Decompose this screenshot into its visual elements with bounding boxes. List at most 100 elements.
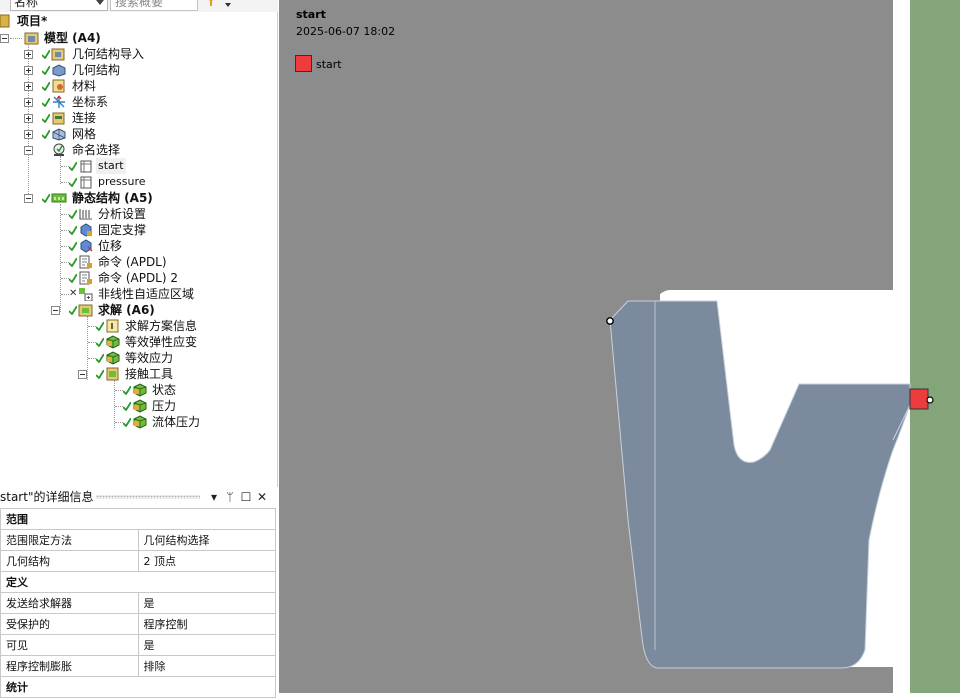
expand-icon[interactable] xyxy=(24,82,33,91)
tree-node-connections[interactable]: 连接 xyxy=(0,110,278,126)
result-cube-icon xyxy=(106,335,120,349)
tree-node-model[interactable]: 模型 (A4) xyxy=(0,30,278,46)
tree-label-command-apdl: 命令 (APDL) xyxy=(98,255,167,269)
details-row[interactable]: 发送给求解器是 xyxy=(0,592,276,614)
green-check-icon xyxy=(123,418,131,427)
tree-node-solution-information[interactable]: 求解方案信息 xyxy=(0,318,278,334)
chevron-down-icon[interactable]: ▾ xyxy=(208,490,220,504)
legend-swatch xyxy=(295,55,312,72)
tree-node-command-apdl[interactable]: 命令 (APDL) xyxy=(0,254,278,270)
property-value[interactable]: 几何结构选择 xyxy=(137,529,276,551)
filter-icon[interactable] xyxy=(206,0,216,6)
green-check-icon xyxy=(69,226,77,235)
details-row[interactable]: 范围限定方法 几何结构选择 xyxy=(0,529,276,551)
tree-node-geometry-import[interactable]: 几何结构导入 xyxy=(0,46,278,62)
property-value[interactable]: 是 xyxy=(137,592,276,614)
section-label: 定义 xyxy=(0,571,276,593)
details-panel: start"的详细信息 ▾ ᛘ ☐ ✕ 范围 范围限定方法 几何结构选择 几何结构… xyxy=(0,487,278,698)
legend-label: start xyxy=(316,58,342,71)
model-icon xyxy=(24,32,39,45)
details-row[interactable]: 可见是 xyxy=(0,634,276,656)
tree-label-fluid-pressure: 流体压力 xyxy=(152,415,201,429)
green-check-icon xyxy=(42,114,50,123)
maximize-icon[interactable]: ☐ xyxy=(240,490,252,504)
tree-node-materials[interactable]: 材料 xyxy=(0,78,278,94)
named-selection-icon xyxy=(53,143,65,156)
property-value[interactable]: 排除 xyxy=(137,655,276,677)
expand-icon[interactable] xyxy=(24,66,33,75)
close-icon[interactable]: ✕ xyxy=(256,490,268,504)
tree-node-analysis-settings[interactable]: 分析设置 xyxy=(0,206,278,222)
panel-grip[interactable] xyxy=(96,495,200,499)
details-section[interactable]: 定义 xyxy=(0,571,276,593)
expand-icon[interactable] xyxy=(24,114,33,123)
name-filter-select[interactable]: 名称 xyxy=(10,0,108,11)
tree-node-displacement[interactable]: 位移 xyxy=(0,238,278,254)
tree-node-equivalent-elastic-strain[interactable]: 等效弹性应变 xyxy=(0,334,278,350)
analysis-settings-icon xyxy=(79,209,92,220)
tree-node-contact-tool[interactable]: 接触工具 xyxy=(0,366,278,382)
tree-node-named-selections[interactable]: 命名选择 xyxy=(0,142,278,158)
search-input[interactable]: 搜索概要 xyxy=(110,0,198,11)
property-value[interactable]: 是 xyxy=(137,634,276,656)
command-icon xyxy=(79,271,92,285)
tree-node-coordinate-systems[interactable]: 坐标系 xyxy=(0,94,278,110)
green-check-icon xyxy=(42,50,50,59)
tree-node-status[interactable]: 状态 xyxy=(0,382,278,398)
tree-node-geometry[interactable]: 几何结构 xyxy=(0,62,278,78)
vertex-marker[interactable] xyxy=(606,317,614,325)
green-check-icon xyxy=(42,82,50,91)
collapse-icon[interactable] xyxy=(78,370,87,379)
details-section[interactable]: 统计 xyxy=(0,676,276,698)
tree-node-ns-start[interactable]: start xyxy=(0,158,278,174)
chevron-down-icon[interactable] xyxy=(225,3,231,7)
details-row[interactable]: 受保护的 程序控制 xyxy=(0,613,276,635)
tree-node-fluid-pressure[interactable]: 流体压力 xyxy=(0,414,278,430)
tree-node-nonlinear-adaptive-region[interactable]: ✕ 非线性自适应区域 xyxy=(0,286,278,302)
tree-node-equivalent-stress[interactable]: 等效应力 xyxy=(0,350,278,366)
mesh-icon xyxy=(52,128,66,141)
collapse-icon[interactable] xyxy=(51,306,60,315)
tree-node-project[interactable]: 项目* xyxy=(0,13,278,29)
property-value[interactable]: 程序控制 xyxy=(137,613,276,635)
tree-label-nonlinear-adaptive-region: 非线性自适应区域 xyxy=(98,287,195,301)
tree-label-geometry-import: 几何结构导入 xyxy=(72,47,145,61)
pin-icon[interactable]: ᛘ xyxy=(224,490,236,504)
folder-icon xyxy=(0,14,10,28)
expand-icon[interactable] xyxy=(24,50,33,59)
chevron-down-icon xyxy=(96,0,104,5)
graphics-viewport[interactable]: start 2025-06-07 18:02 start xyxy=(279,0,960,693)
section-label: 统计 xyxy=(0,676,276,698)
contact-tool-icon xyxy=(106,367,119,381)
collapse-icon[interactable] xyxy=(0,34,9,43)
collapse-icon[interactable] xyxy=(24,146,33,155)
tree-node-ns-pressure[interactable]: pressure xyxy=(0,174,278,190)
tree-node-solution[interactable]: 求解 (A6) xyxy=(0,302,278,318)
tree-node-fixed-support[interactable]: 固定支撑 xyxy=(0,222,278,238)
tree-node-mesh[interactable]: 网格 xyxy=(0,126,278,142)
tree-node-pressure[interactable]: 压力 xyxy=(0,398,278,414)
expand-icon[interactable] xyxy=(24,98,33,107)
tree-label-contact-tool: 接触工具 xyxy=(125,367,174,381)
tree-node-command-apdl-2[interactable]: 命令 (APDL) 2 xyxy=(0,270,278,286)
tree-node-static-structural[interactable]: 静态结构 (A5) xyxy=(0,190,278,206)
property-value[interactable]: 2 顶点 xyxy=(137,550,276,572)
start-vertex-highlight[interactable] xyxy=(909,388,929,410)
right-wall-body[interactable] xyxy=(910,0,960,693)
green-check-icon xyxy=(123,402,131,411)
details-row[interactable]: 几何结构 2 顶点 xyxy=(0,550,276,572)
collapse-icon[interactable] xyxy=(24,194,33,203)
solution-icon xyxy=(78,304,93,317)
details-row[interactable]: 程序控制膨胀 排除 xyxy=(0,655,276,677)
vertex-marker[interactable] xyxy=(926,396,934,404)
green-check-icon xyxy=(96,322,104,331)
fixed-support-icon xyxy=(80,223,92,237)
tree-label-displacement: 位移 xyxy=(98,239,123,253)
green-check-icon xyxy=(69,242,77,251)
solution-information-icon xyxy=(106,319,119,333)
expand-icon[interactable] xyxy=(24,130,33,139)
details-section[interactable]: 范围 xyxy=(0,508,276,530)
property-key: 发送给求解器 xyxy=(0,592,139,614)
model-scene[interactable] xyxy=(279,0,960,693)
tree-label-equivalent-stress: 等效应力 xyxy=(125,351,174,365)
